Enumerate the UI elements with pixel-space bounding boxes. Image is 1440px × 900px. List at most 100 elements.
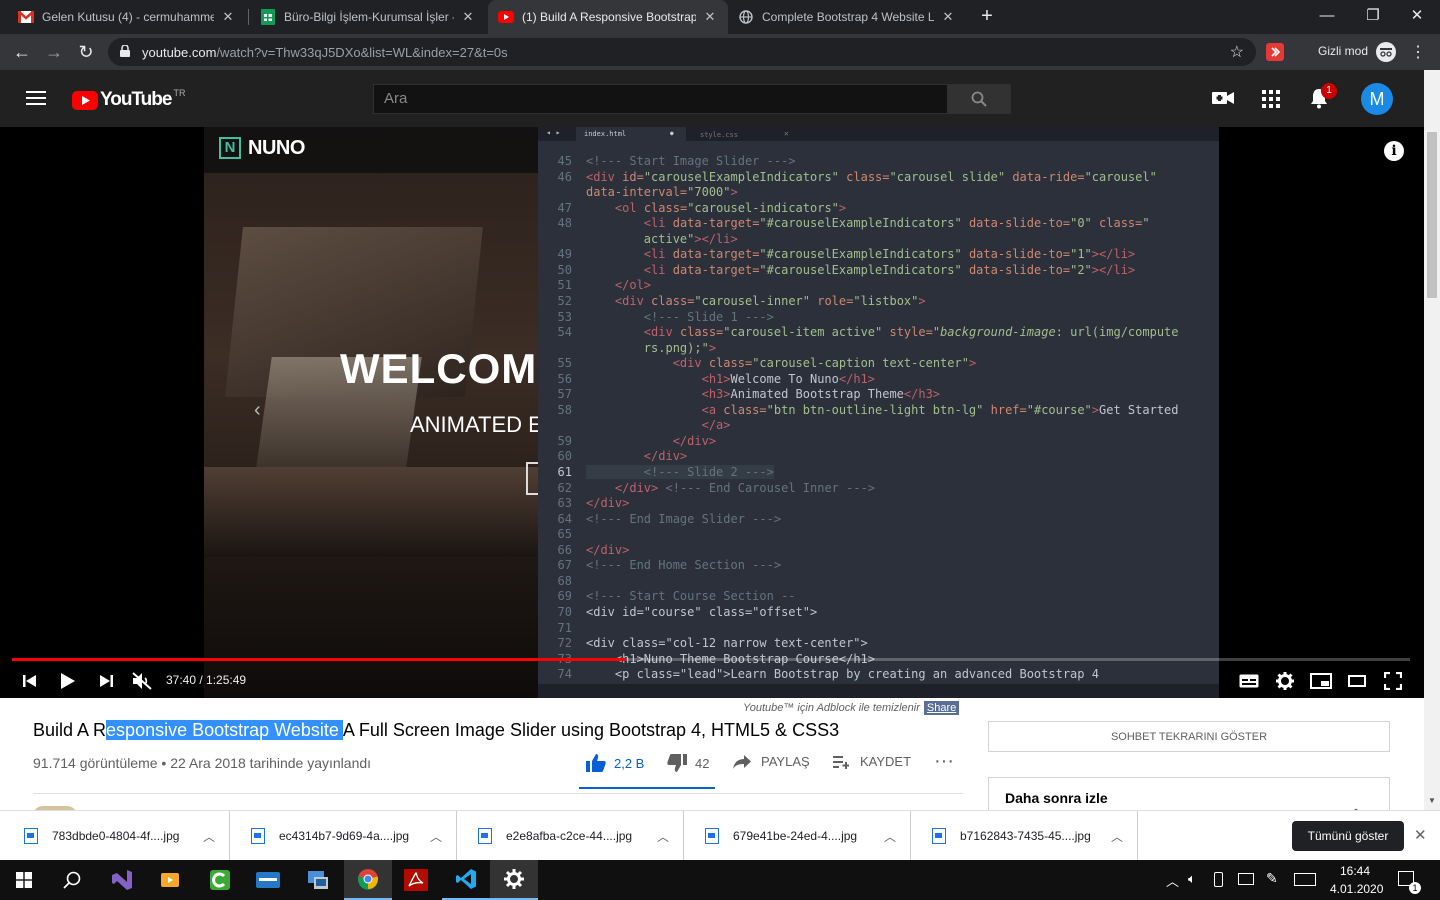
line-number: 66 — [557, 542, 572, 557]
camtasia-icon[interactable] — [196, 860, 244, 900]
network-icon[interactable] — [1238, 873, 1254, 885]
editor-nav-arrows: ◂ ▸ — [546, 128, 561, 137]
line-number: 58 — [557, 402, 572, 417]
code-line: </div> — [643, 449, 688, 464]
image-file-icon — [932, 828, 946, 844]
progress-bar[interactable] — [12, 658, 1410, 661]
network-app-icon[interactable] — [294, 860, 342, 900]
video-player[interactable]: N NUNO WELCOM ANIMATED E ‹ ◂ ▸ index.htm… — [0, 127, 1424, 698]
acrobat-icon[interactable] — [392, 860, 440, 900]
windows-start-icon[interactable] — [0, 860, 48, 900]
incognito-icon[interactable] — [1376, 42, 1396, 62]
chrome-icon[interactable] — [344, 860, 392, 900]
youtube-logo[interactable]: YouTube TR — [72, 88, 185, 111]
code-line: <div class="carousel-caption text-center… — [672, 356, 977, 371]
visual-studio-icon[interactable] — [98, 860, 146, 900]
star-icon[interactable]: ☆ — [1230, 42, 1244, 62]
usb-device-icon[interactable] — [1214, 872, 1223, 887]
line-number: 70 — [557, 604, 572, 619]
maximize-button[interactable]: ❐ — [1350, 0, 1396, 30]
scrollbar-thumb[interactable] — [1427, 132, 1437, 298]
download-item[interactable]: b7162843-7435-45....jpg ︿ — [912, 811, 1138, 861]
gmail-icon — [18, 9, 34, 25]
line-number: 54 — [557, 325, 572, 340]
adblock-share-link[interactable]: Share — [923, 701, 960, 715]
apps-grid-icon[interactable] — [1262, 90, 1280, 111]
line-number: 69 — [557, 589, 572, 604]
share-button[interactable]: PAYLAŞ — [733, 754, 810, 769]
settings-gear-icon[interactable] — [490, 860, 538, 900]
show-chat-replay-button[interactable]: SOHBET TEKRARINI GÖSTER — [988, 721, 1390, 752]
globe-icon — [738, 9, 754, 25]
vscode-icon[interactable] — [442, 860, 490, 900]
show-all-downloads-button[interactable]: Tümünü göster — [1292, 821, 1404, 851]
carousel-prev-icon: ‹ — [254, 399, 261, 421]
like-ratio-bar — [579, 787, 715, 789]
tab-sheets[interactable]: Büro-Bilgi İşlem-Kurumsal İşler - ✕ — [250, 0, 486, 34]
app-icon[interactable] — [244, 860, 292, 900]
new-tab-button[interactable]: + — [976, 6, 998, 28]
extension-icon[interactable] — [1266, 43, 1284, 61]
download-item[interactable]: ec4314b7-9d69-4a....jpg ︿ — [231, 811, 457, 861]
avatar[interactable]: M — [1361, 83, 1393, 115]
minimize-button[interactable]: — — [1304, 0, 1350, 30]
keyboard-icon[interactable] — [1294, 873, 1316, 886]
create-video-icon[interactable] — [1212, 90, 1234, 109]
settings-gear-icon[interactable] — [1273, 669, 1297, 693]
tab-gmail[interactable]: Gelen Kutusu (4) - cermuhammed ✕ — [8, 0, 246, 34]
download-item[interactable]: 679e41be-24ed-4....jpg ︿ — [685, 811, 911, 861]
subtitles-icon[interactable] — [1237, 669, 1261, 693]
mute-icon[interactable] — [130, 669, 154, 693]
close-icon[interactable]: ✕ — [220, 9, 236, 25]
search-button[interactable] — [947, 84, 1011, 114]
more-actions-icon[interactable]: ··· — [934, 750, 954, 773]
media-player-icon[interactable] — [146, 860, 194, 900]
video-webpage-preview: N NUNO WELCOM ANIMATED E ‹ — [204, 127, 543, 698]
theater-mode-icon[interactable] — [1345, 669, 1369, 693]
close-icon[interactable]: ✕ — [702, 9, 718, 25]
search-icon[interactable] — [48, 860, 96, 900]
back-button[interactable]: ← — [8, 38, 36, 66]
dislike-button[interactable]: 42 — [667, 754, 709, 772]
window-close-button[interactable]: ✕ — [1394, 0, 1440, 30]
download-item[interactable]: e2e8afba-c2ce-44....jpg ︿ — [458, 811, 684, 861]
close-icon[interactable]: ✕ — [940, 9, 956, 25]
page-scrollbar[interactable]: ▼ — [1424, 70, 1440, 810]
close-icon[interactable]: ✕ — [1414, 826, 1427, 844]
line-number: 57 — [557, 387, 572, 402]
previous-icon[interactable] — [18, 669, 42, 693]
like-button[interactable]: 2,2 B — [586, 754, 644, 772]
line-number: 72 — [557, 636, 572, 651]
browser-tab-strip: Gelen Kutusu (4) - cermuhammed ✕ Büro-Bi… — [0, 0, 1440, 34]
scroll-down-arrow-icon[interactable]: ▼ — [1428, 796, 1436, 805]
address-bar[interactable]: youtube.com/watch?v=Thw33qJ5DXo&list=WL&… — [108, 38, 1256, 66]
save-button[interactable]: KAYDET — [833, 754, 911, 769]
line-number: 45 — [557, 154, 572, 168]
tab-bootstrap[interactable]: Complete Bootstrap 4 Website La ✕ — [728, 0, 966, 34]
chevron-up-icon: ︿ — [1110, 829, 1123, 844]
miniplayer-icon[interactable] — [1309, 669, 1333, 693]
play-icon[interactable] — [56, 669, 80, 693]
search-input[interactable]: Ara — [373, 84, 948, 114]
watch-later-title: Daha sonra izle — [1005, 790, 1108, 806]
slide-subheading: ANIMATED E — [410, 412, 543, 437]
pen-icon[interactable]: ✎ — [1266, 870, 1278, 887]
clock-date[interactable]: 4.01.2020 — [1330, 882, 1383, 896]
forward-button[interactable]: → — [40, 38, 68, 66]
chevron-up-icon: ︿ — [656, 829, 669, 844]
menu-kebab-icon[interactable]: ⋮ — [1410, 42, 1426, 62]
tray-chevron-up-icon[interactable]: ︿ — [1166, 871, 1179, 890]
info-icon[interactable]: i — [1384, 141, 1404, 161]
adblock-notice: Youtube™ için Adblock ile temizlenir Shar… — [743, 701, 960, 715]
reload-button[interactable]: ↻ — [72, 38, 100, 66]
tab-youtube[interactable]: (1) Build A Responsive Bootstrap ✕ — [488, 0, 728, 34]
download-item[interactable]: 783dbde0-4804-4f....jpg ︿ — [4, 811, 230, 861]
volume-icon[interactable]: 🔈︎ — [1188, 871, 1196, 887]
fullscreen-icon[interactable] — [1381, 669, 1405, 693]
line-number: 60 — [557, 449, 572, 464]
clock-time[interactable]: 16:44 — [1340, 864, 1370, 878]
image-file-icon — [478, 828, 492, 844]
hamburger-icon[interactable] — [26, 90, 46, 109]
next-icon[interactable] — [94, 669, 118, 693]
close-icon[interactable]: ✕ — [460, 9, 476, 25]
